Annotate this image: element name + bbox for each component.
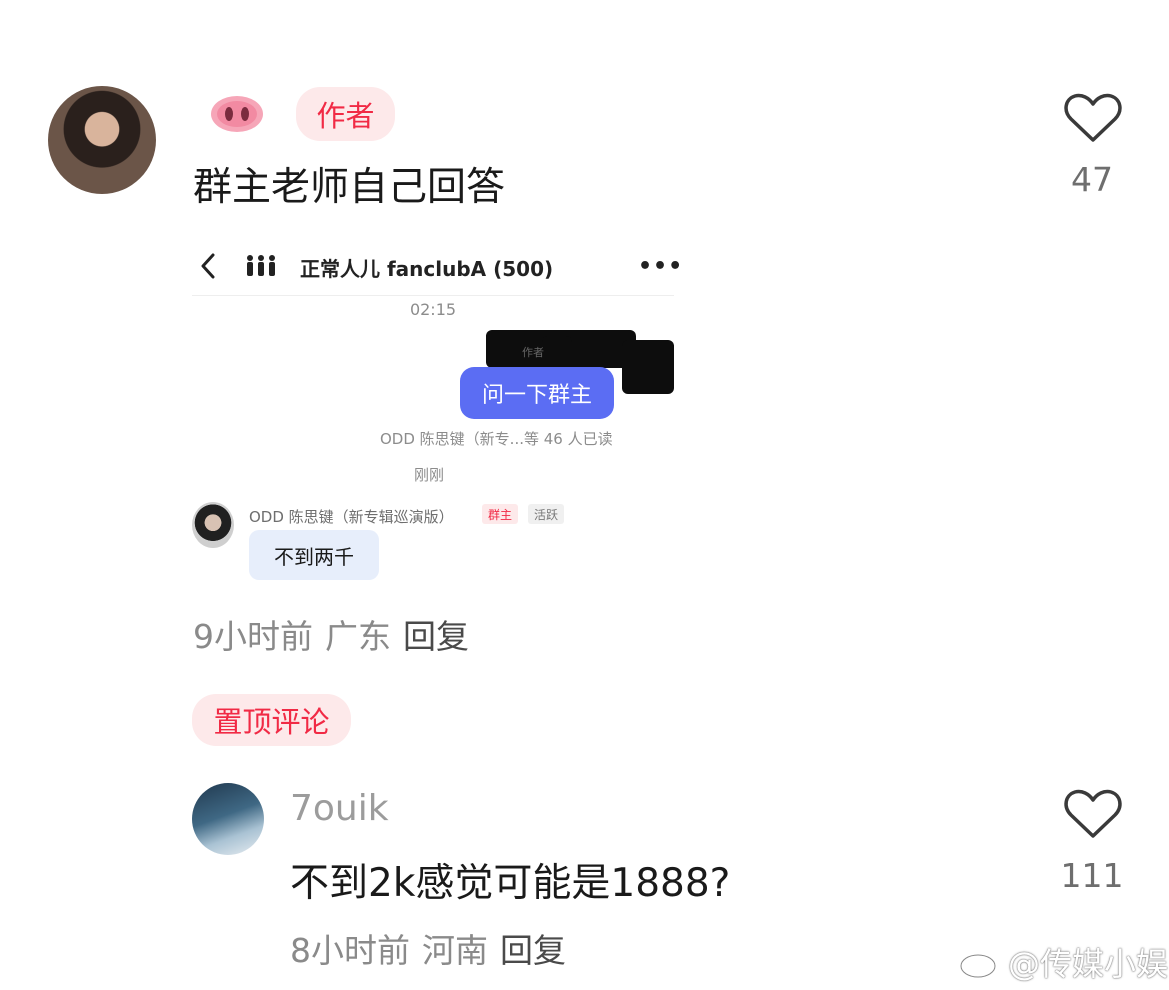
reply-button[interactable]: 回复	[500, 924, 566, 972]
like-count: 111	[1060, 856, 1124, 895]
more-options-icon: •••	[638, 254, 684, 279]
comment-location: 广东	[325, 617, 391, 656]
comment-time: 8小时前	[290, 931, 410, 970]
owner-tag: 群主	[482, 504, 519, 524]
chat-header: 正常人儿 fanclubA (500) •••	[192, 236, 682, 296]
comment-location: 河南	[422, 931, 488, 970]
back-arrow-icon	[201, 253, 215, 279]
weibo-logo-icon	[959, 947, 1000, 979]
reply-button[interactable]: 回复	[403, 610, 469, 658]
active-tag: 活跃	[528, 504, 565, 524]
self-message-bubble: 问一下群主	[460, 367, 614, 419]
heart-like-icon[interactable]	[1063, 92, 1123, 144]
commenter-avatar[interactable]	[192, 783, 264, 855]
watermark-text: @传媒小娱	[1008, 945, 1169, 983]
redaction-mark	[622, 340, 674, 394]
comment-text: 群主老师自己回答	[193, 165, 506, 210]
pig-nose-emoji-icon	[211, 96, 263, 132]
heart-like-icon[interactable]	[1063, 788, 1123, 840]
pinned-comment-badge: 置顶评论	[192, 694, 351, 746]
like-count: 47	[1071, 160, 1113, 199]
commenter-username[interactable]: 7ouik	[290, 788, 389, 829]
author-avatar[interactable]	[48, 86, 156, 194]
comment-text: 不到2k感觉可能是1888?	[290, 861, 731, 906]
message-time: 刚刚	[414, 466, 445, 484]
comment-meta: 8小时前 河南 回复	[290, 924, 566, 972]
read-status: ODD 陈思键（新专...等 46 人已读	[380, 430, 613, 448]
group-title: 正常人儿 fanclubA (500)	[300, 257, 554, 281]
reply-message-bubble: 不到两千	[249, 530, 379, 580]
sender-name: ODD 陈思键（新专辑巡演版）	[249, 508, 454, 526]
comment-time: 9小时前	[193, 617, 313, 656]
comment-meta: 9小时前 广东 回复	[193, 610, 469, 658]
author-badge: 作者	[296, 87, 395, 141]
attached-chat-screenshot[interactable]: 正常人儿 fanclubA (500) ••• 02:15 作者 问一下群主 O…	[192, 236, 682, 596]
sender-avatar	[192, 502, 234, 548]
chat-timestamp: 02:15	[409, 300, 457, 319]
group-members-icon	[247, 255, 275, 276]
redacted-label: 作者	[522, 346, 544, 359]
weibo-watermark: @传媒小娱	[958, 942, 1169, 983]
